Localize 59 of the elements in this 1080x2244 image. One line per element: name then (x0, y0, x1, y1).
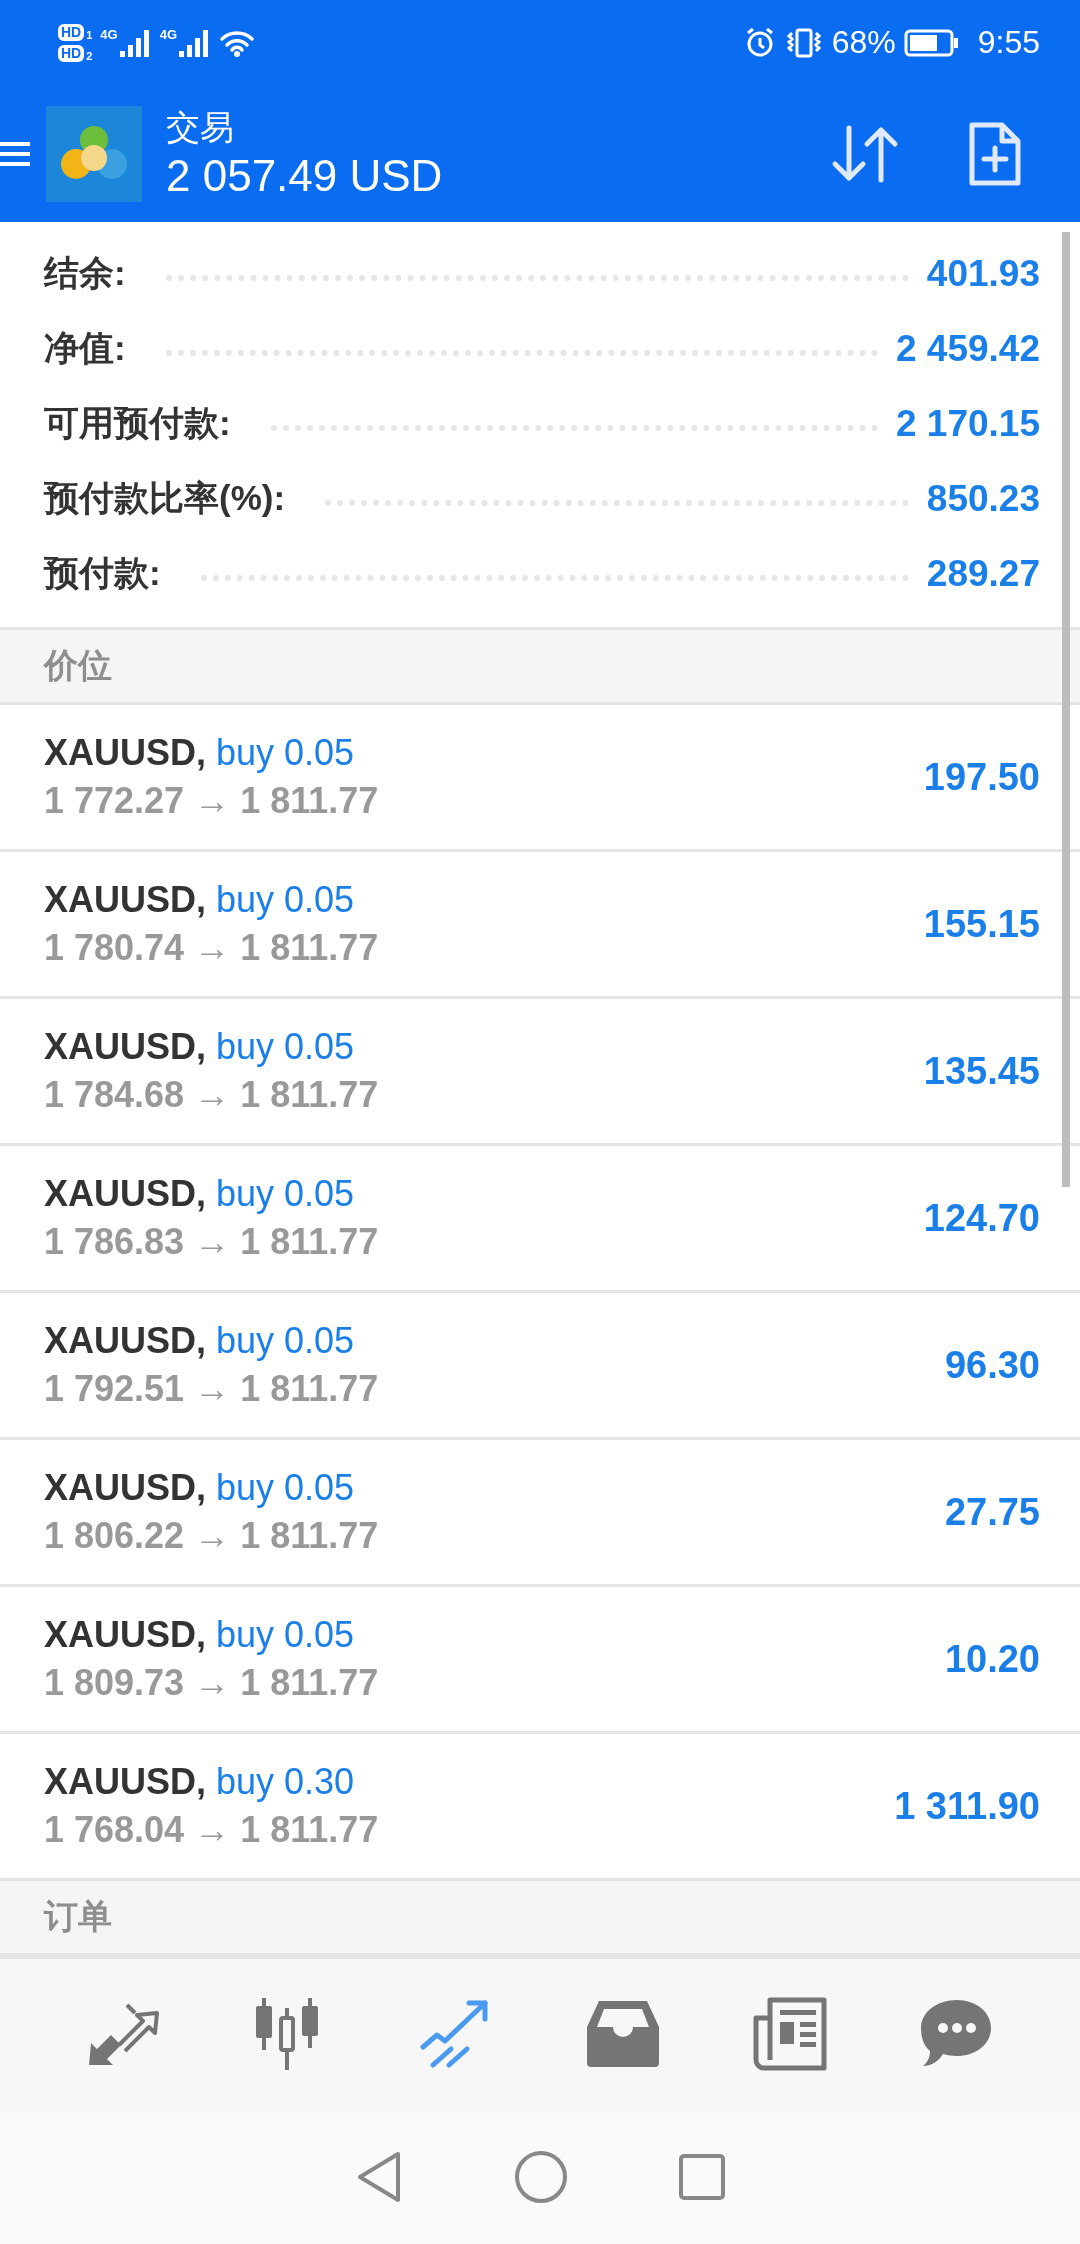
battery-icon (903, 28, 960, 57)
position-prices: 1 780.74 → 1 811.77 (44, 926, 380, 970)
summary-value: 2 170.15 (895, 402, 1040, 445)
position-symbol: XAUUSD, (44, 878, 207, 922)
summary-label: 预付款比率(%): (44, 477, 286, 519)
summary-value: 401.93 (926, 252, 1040, 295)
screen-title: 交易 (166, 106, 235, 148)
position-prices: 1 792.51 → 1 811.77 (44, 1367, 380, 1411)
summary-value: 2 459.42 (895, 327, 1040, 370)
section-title: 订单 (44, 1896, 112, 1937)
position-profit: 155.15 (923, 902, 1040, 946)
position-prices: 1 784.68 → 1 811.77 (44, 1073, 380, 1117)
sim-badge: HD (58, 23, 85, 41)
position-trade: buy 0.30 (216, 1760, 355, 1804)
position-trade: buy 0.05 (216, 1466, 355, 1510)
scrollbar-thumb[interactable] (1062, 232, 1070, 1187)
position-symbol: XAUUSD, (44, 1025, 207, 1069)
network-type: 4G (100, 26, 118, 42)
position-prices: 1 768.04 → 1 811.77 (44, 1808, 380, 1852)
position-symbol: XAUUSD, (44, 1613, 207, 1657)
position-prices: 1 806.22 → 1 811.77 (44, 1514, 380, 1558)
account-balance: 2 057.49 USD (166, 149, 444, 202)
clock-time: 9:55 (977, 24, 1040, 61)
summary-value: 850.23 (926, 477, 1040, 520)
app-logo-icon[interactable] (46, 105, 142, 202)
position-prices: 1 772.27 → 1 811.77 (44, 779, 380, 823)
position-profit: 96.30 (944, 1343, 1040, 1387)
summary-label: 结余: (44, 252, 126, 294)
position-symbol: XAUUSD, (44, 1466, 207, 1510)
sim-slot: 1 (86, 28, 93, 41)
position-profit: 135.45 (923, 1049, 1040, 1093)
section-title: 价位 (44, 645, 112, 686)
battery-percent: 68% (831, 24, 896, 61)
position-symbol: XAUUSD, (44, 1760, 207, 1804)
summary-value: 289.27 (926, 552, 1040, 595)
position-profit: 197.50 (923, 755, 1040, 799)
summary-label: 可用预付款: (44, 402, 231, 444)
network-type: 4G (159, 26, 178, 42)
summary-label: 预付款: (44, 552, 161, 594)
summary-label: 净值: (44, 327, 126, 369)
position-trade: buy 0.05 (216, 1025, 355, 1069)
position-profit: 124.70 (923, 1196, 1040, 1240)
sim-badge: HD (58, 44, 85, 62)
sim-slot: 2 (86, 49, 93, 62)
position-symbol: XAUUSD, (44, 731, 207, 775)
position-trade: buy 0.05 (216, 731, 355, 775)
position-trade: buy 0.05 (216, 1319, 355, 1363)
position-trade: buy 0.05 (216, 878, 355, 922)
home-button[interactable] (514, 2149, 568, 2204)
position-profit: 1 311.90 (894, 1784, 1040, 1828)
position-symbol: XAUUSD, (44, 1319, 207, 1363)
position-profit: 27.75 (944, 1490, 1040, 1534)
recents-button[interactable] (678, 2152, 726, 2201)
position-trade: buy 0.05 (216, 1172, 355, 1216)
position-symbol: XAUUSD, (44, 1172, 207, 1216)
position-prices: 1 809.73 → 1 811.77 (44, 1661, 380, 1705)
position-trade: buy 0.05 (216, 1613, 355, 1657)
position-profit: 10.20 (944, 1637, 1040, 1681)
position-prices: 1 786.83 → 1 811.77 (44, 1220, 380, 1264)
